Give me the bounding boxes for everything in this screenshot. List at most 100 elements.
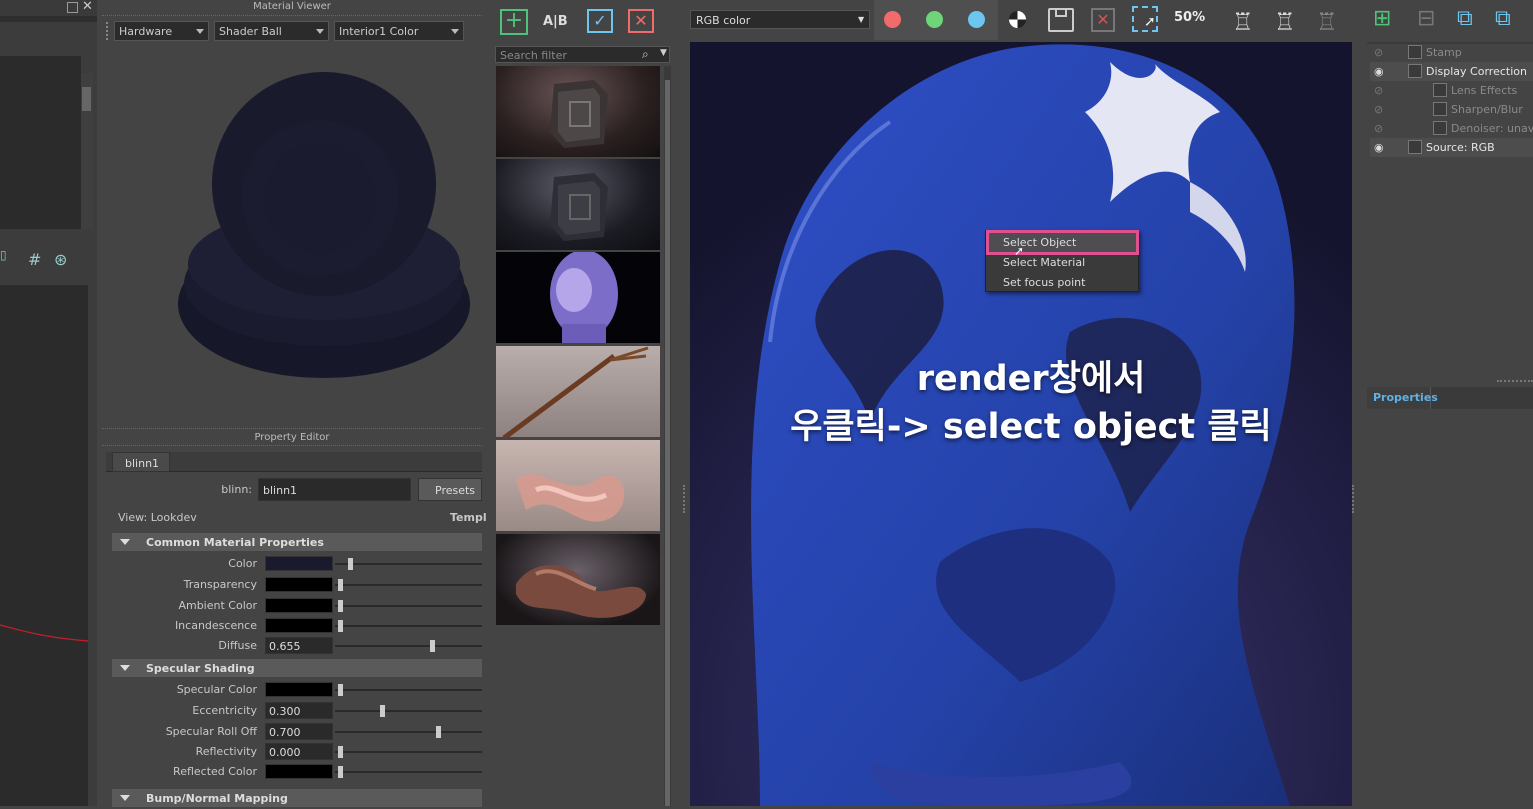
add-material-icon[interactable]: +	[500, 9, 528, 35]
scrollbar-thumb[interactable]	[82, 87, 91, 111]
slider-handle[interactable]	[429, 640, 435, 652]
check-icon[interactable]: ✓	[587, 9, 613, 33]
material-thumb-metal-cube[interactable]	[496, 66, 660, 157]
color-swatch[interactable]	[265, 764, 333, 779]
slider-track[interactable]	[335, 605, 482, 607]
scrollbar-thumb[interactable]	[665, 80, 670, 806]
rename-ab-icon[interactable]: A|B	[543, 9, 573, 35]
splitter-handle[interactable]	[1497, 380, 1533, 384]
teapot-ipr-icon[interactable]: ♖	[1316, 8, 1346, 36]
presets-button[interactable]: Presets	[418, 478, 482, 501]
snap-icon[interactable]: ▯	[0, 248, 8, 262]
color-swatch[interactable]	[265, 577, 333, 592]
slider-handle[interactable]	[338, 746, 343, 758]
magnet-icon[interactable]: ⊛	[54, 250, 67, 269]
slider-handle[interactable]	[338, 684, 343, 696]
panel-splitter[interactable]	[1352, 485, 1355, 513]
channel-dropdown[interactable]: RGB color ▼	[690, 10, 870, 29]
layer-item[interactable]: ⊘ Denoiser: unava	[1370, 119, 1533, 138]
zoom-indicator[interactable]: 50%	[1174, 10, 1205, 25]
slider-handle[interactable]	[338, 766, 343, 778]
layer-item[interactable]: ⊘ Stamp	[1370, 43, 1533, 62]
chevron-down-icon[interactable]: ▼	[660, 48, 667, 58]
close-icon[interactable]: ✕	[82, 0, 93, 14]
menu-item-set-focus-point[interactable]: Set focus point	[986, 272, 1138, 292]
numeric-field[interactable]: 0.655	[265, 637, 333, 654]
blue-channel-icon[interactable]	[968, 11, 985, 28]
numeric-field[interactable]: 0.300	[265, 702, 333, 719]
slider-handle[interactable]	[347, 558, 353, 570]
tab-properties[interactable]: Properties	[1367, 387, 1438, 409]
save-layers-icon[interactable]: ⧉	[1457, 6, 1487, 36]
slider-track[interactable]	[335, 689, 482, 691]
section-common[interactable]: Common Material Properties	[112, 533, 482, 551]
alpha-channel-icon[interactable]	[1009, 11, 1026, 28]
material-thumb-dark-cube[interactable]	[496, 159, 660, 250]
slider-handle[interactable]	[338, 620, 343, 632]
grid-icon[interactable]: #	[28, 250, 41, 269]
save-icon[interactable]	[1048, 8, 1074, 32]
slider-track[interactable]	[335, 731, 482, 733]
eye-icon[interactable]: ◉	[1374, 141, 1386, 154]
slider-track[interactable]	[335, 563, 482, 565]
slider-track[interactable]	[335, 710, 482, 712]
slider-track[interactable]	[335, 584, 482, 586]
material-thumb-brown-glass[interactable]	[496, 534, 660, 625]
slider-handle[interactable]	[380, 705, 385, 717]
search-icon[interactable]: ⌕	[642, 47, 649, 62]
browser-scrollbar[interactable]	[664, 66, 671, 806]
color-swatch[interactable]	[265, 618, 333, 633]
red-channel-icon[interactable]	[884, 11, 901, 28]
eye-off-icon[interactable]: ⊘	[1374, 84, 1386, 97]
section-bump[interactable]: Bump/Normal Mapping	[112, 789, 482, 807]
material-thumb-glitter-bust[interactable]	[496, 252, 660, 343]
numeric-field[interactable]: 0.000	[265, 743, 333, 760]
layer-item[interactable]: ◉ Display Correction	[1370, 62, 1533, 81]
section-specular[interactable]: Specular Shading	[112, 659, 482, 677]
green-channel-icon[interactable]	[926, 11, 943, 28]
common-row: Incandescence	[102, 616, 482, 636]
teapot-stop-icon[interactable]: ♖	[1274, 8, 1304, 36]
slider-track[interactable]	[335, 771, 482, 773]
eye-off-icon[interactable]: ⊘	[1374, 103, 1386, 116]
node-name-field[interactable]: blinn1	[258, 478, 411, 501]
eye-off-icon[interactable]: ⊘	[1374, 122, 1386, 135]
region-select-icon[interactable]: ➚	[1132, 6, 1158, 32]
layer-item[interactable]: ◉ Source: RGB	[1370, 138, 1533, 157]
slider-handle[interactable]	[338, 600, 343, 612]
search-filter-input[interactable]: Search filter ⌕ ▼	[495, 46, 670, 63]
float-icon[interactable]	[67, 2, 78, 13]
eye-off-icon[interactable]: ⊘	[1374, 46, 1386, 59]
teapot-render-icon[interactable]: ♖	[1232, 8, 1262, 36]
search-placeholder: Search filter	[500, 49, 567, 62]
add-layer-icon[interactable]: ⊞	[1373, 6, 1403, 36]
color-swatch[interactable]	[265, 556, 333, 571]
drag-handle[interactable]	[106, 22, 110, 40]
left-panel: ✕ ▯ # ⊛	[0, 0, 97, 806]
menu-item-select-material[interactable]: Select Material	[986, 252, 1138, 272]
material-thumb-copper-fork[interactable]	[496, 346, 660, 437]
specular-row: Specular Roll Off 0.700	[102, 722, 482, 742]
slider-handle[interactable]	[436, 726, 441, 738]
panel-splitter[interactable]	[683, 485, 686, 513]
numeric-field[interactable]: 0.700	[265, 723, 333, 740]
environment-dropdown[interactable]: Interior1 Color	[334, 21, 464, 41]
slider-handle[interactable]	[338, 579, 343, 591]
slider-track[interactable]	[335, 625, 482, 627]
load-layers-icon[interactable]: ⧉	[1495, 6, 1525, 36]
shape-dropdown[interactable]: Shader Ball	[214, 21, 329, 41]
color-swatch[interactable]	[265, 598, 333, 613]
tab-blinn1[interactable]: blinn1	[112, 452, 170, 472]
material-thumb-pink-glass[interactable]	[496, 440, 660, 531]
slider-track[interactable]	[335, 645, 482, 647]
layer-item[interactable]: ⊘ Sharpen/Blur	[1370, 100, 1533, 119]
delete-icon[interactable]: ✕	[628, 9, 654, 33]
remove-layer-icon[interactable]: ⊟	[1417, 6, 1447, 36]
layer-item[interactable]: ⊘ Lens Effects	[1370, 81, 1533, 100]
eye-icon[interactable]: ◉	[1374, 65, 1386, 78]
renderer-dropdown[interactable]: Hardware	[114, 21, 209, 41]
delete-image-icon[interactable]: ✕	[1091, 8, 1115, 32]
slider-track[interactable]	[335, 751, 482, 753]
color-swatch[interactable]	[265, 682, 333, 697]
outliner-scrollbar[interactable]	[81, 73, 93, 229]
